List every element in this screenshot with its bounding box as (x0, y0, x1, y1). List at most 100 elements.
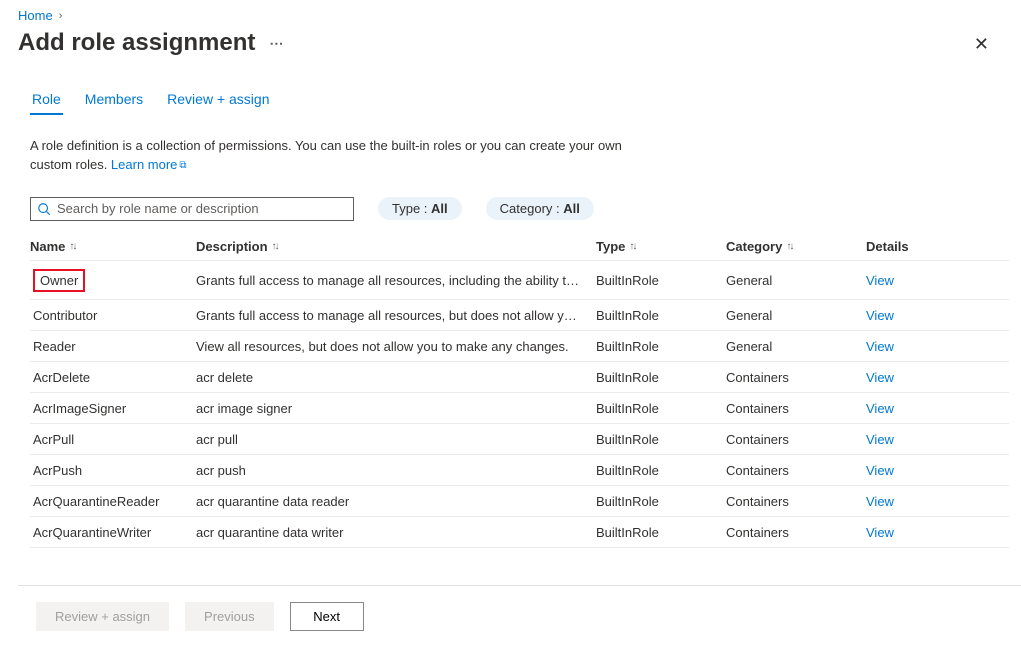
cell-name: AcrPush (30, 463, 196, 478)
filter-category-pill[interactable]: Category : All (486, 197, 594, 220)
sort-icon: ↑↓ (69, 241, 75, 252)
cell-type: BuiltInRole (596, 432, 726, 447)
table-row[interactable]: Owner Grants full access to manage all re… (30, 261, 1009, 300)
filter-type-value: All (431, 201, 448, 216)
tab-members[interactable]: Members (83, 87, 145, 115)
cell-category: General (726, 273, 866, 288)
table-row[interactable]: AcrDeleteacr deleteBuiltInRoleContainers… (30, 362, 1009, 393)
cell-type: BuiltInRole (596, 494, 726, 509)
roles-table: Name↑↓ Description↑↓ Type↑↓ Category↑↓ D… (18, 231, 1021, 548)
close-button[interactable]: ✕ (968, 28, 995, 61)
content-scroll[interactable]: Role Members Review + assign A role defi… (18, 61, 1021, 585)
table-row[interactable]: AcrImageSigneracr image signerBuiltInRol… (30, 393, 1009, 424)
tab-role[interactable]: Role (30, 87, 63, 115)
sort-icon: ↑↓ (272, 241, 278, 252)
column-description[interactable]: Description↑↓ (196, 239, 596, 254)
view-link[interactable]: View (866, 432, 894, 447)
table-row[interactable]: ReaderView all resources, but does not a… (30, 331, 1009, 362)
highlighted-role: Owner (33, 269, 85, 292)
view-link[interactable]: View (866, 401, 894, 416)
search-box[interactable] (30, 197, 354, 221)
cell-name: AcrQuarantineReader (30, 494, 196, 509)
tabs: Role Members Review + assign (18, 87, 1021, 115)
cell-description: View all resources, but does not allow y… (196, 339, 596, 354)
page-title-text: Add role assignment (18, 29, 255, 57)
previous-button[interactable]: Previous (185, 602, 274, 631)
view-link[interactable]: View (866, 273, 894, 288)
cell-name: Owner (30, 269, 196, 292)
learn-more-text: Learn more (111, 157, 177, 172)
view-link[interactable]: View (866, 370, 894, 385)
cell-category: Containers (726, 463, 866, 478)
cell-details: View (866, 339, 966, 354)
table-row[interactable]: AcrQuarantineWriteracr quarantine data w… (30, 517, 1009, 548)
cell-description: Grants full access to manage all resourc… (196, 273, 596, 288)
chevron-right-icon: › (59, 10, 63, 22)
cell-type: BuiltInRole (596, 308, 726, 323)
cell-details: View (866, 401, 966, 416)
cell-name: Contributor (30, 308, 196, 323)
table-row[interactable]: AcrPushacr pushBuiltInRoleContainersView (30, 455, 1009, 486)
review-assign-button[interactable]: Review + assign (36, 602, 169, 631)
cell-description: acr pull (196, 432, 596, 447)
breadcrumb-home-link[interactable]: Home (18, 8, 53, 23)
tab-review-assign[interactable]: Review + assign (165, 87, 271, 115)
cell-category: Containers (726, 370, 866, 385)
view-link[interactable]: View (866, 525, 894, 540)
cell-details: View (866, 370, 966, 385)
cell-name: AcrImageSigner (30, 401, 196, 416)
cell-category: General (726, 339, 866, 354)
next-button[interactable]: Next (290, 602, 364, 631)
horizontal-scrollbar[interactable] (18, 647, 1021, 664)
page-title: Add role assignment ⋯ (18, 29, 284, 57)
cell-category: Containers (726, 494, 866, 509)
footer: Review + assign Previous Next (18, 585, 1021, 647)
breadcrumb: Home › (18, 6, 1021, 27)
column-category[interactable]: Category↑↓ (726, 239, 866, 254)
cell-name: AcrDelete (30, 370, 196, 385)
cell-category: Containers (726, 401, 866, 416)
cell-name: AcrQuarantineWriter (30, 525, 196, 540)
search-input[interactable] (57, 201, 347, 216)
close-icon: ✕ (974, 34, 989, 54)
cell-name: Reader (30, 339, 196, 354)
table-row[interactable]: AcrPullacr pullBuiltInRoleContainersView (30, 424, 1009, 455)
search-icon (37, 202, 51, 216)
tab-description: A role definition is a collection of per… (18, 115, 638, 175)
view-link[interactable]: View (866, 339, 894, 354)
cell-details: View (866, 525, 966, 540)
cell-details: View (866, 463, 966, 478)
view-link[interactable]: View (866, 494, 894, 509)
column-type[interactable]: Type↑↓ (596, 239, 726, 254)
cell-description: Grants full access to manage all resourc… (196, 308, 596, 323)
column-name[interactable]: Name↑↓ (30, 239, 196, 254)
cell-type: BuiltInRole (596, 339, 726, 354)
external-link-icon: ⧉ (179, 160, 186, 171)
filter-type-label: Type : (392, 201, 431, 216)
table-header: Name↑↓ Description↑↓ Type↑↓ Category↑↓ D… (30, 231, 1009, 261)
view-link[interactable]: View (866, 463, 894, 478)
cell-description: acr delete (196, 370, 596, 385)
column-details: Details (866, 239, 966, 254)
cell-description: acr push (196, 463, 596, 478)
cell-description: acr quarantine data reader (196, 494, 596, 509)
filter-type-pill[interactable]: Type : All (378, 197, 462, 220)
cell-category: Containers (726, 525, 866, 540)
table-row[interactable]: ContributorGrants full access to manage … (30, 300, 1009, 331)
filter-row: Type : All Category : All (18, 175, 1021, 221)
more-actions-icon[interactable]: ⋯ (269, 35, 284, 52)
cell-description: acr image signer (196, 401, 596, 416)
cell-type: BuiltInRole (596, 273, 726, 288)
view-link[interactable]: View (866, 308, 894, 323)
cell-details: View (866, 432, 966, 447)
table-body: Owner Grants full access to manage all re… (30, 261, 1009, 548)
learn-more-link[interactable]: Learn more⧉ (111, 157, 187, 172)
sort-icon: ↑↓ (629, 241, 635, 252)
table-row[interactable]: AcrQuarantineReaderacr quarantine data r… (30, 486, 1009, 517)
filter-category-label: Category : (500, 201, 564, 216)
cell-type: BuiltInRole (596, 525, 726, 540)
cell-type: BuiltInRole (596, 370, 726, 385)
cell-category: Containers (726, 432, 866, 447)
cell-name: AcrPull (30, 432, 196, 447)
cell-type: BuiltInRole (596, 463, 726, 478)
